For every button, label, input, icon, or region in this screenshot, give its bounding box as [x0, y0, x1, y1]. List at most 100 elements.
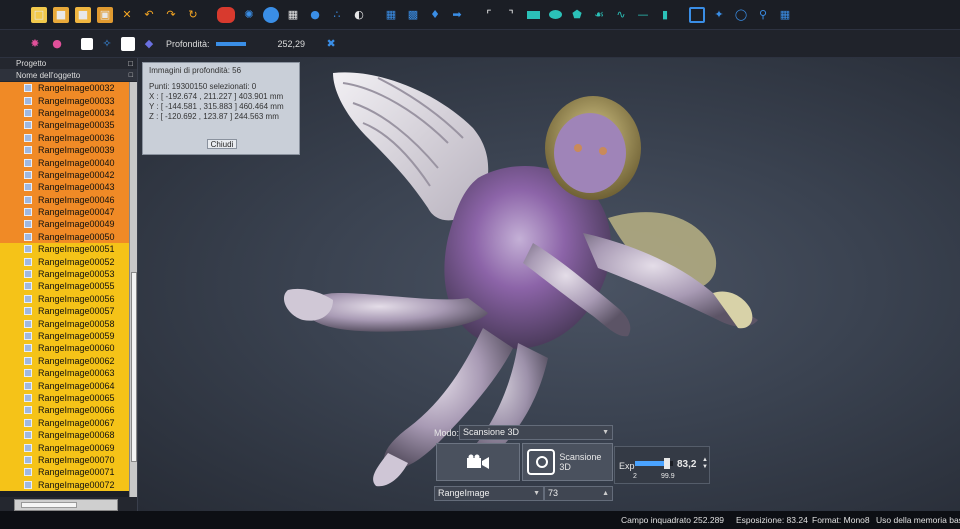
list-item[interactable]: RangeImage00066	[0, 404, 130, 417]
color-balls-icon[interactable]: ●	[49, 36, 65, 52]
scanner-icon[interactable]	[217, 6, 235, 23]
range-image-icon[interactable]	[24, 257, 32, 266]
fill-icon[interactable]: ◐	[351, 7, 367, 23]
video-button[interactable]	[436, 443, 520, 481]
redo-icon[interactable]: ↷	[163, 7, 179, 23]
open-file-icon[interactable]: ■	[75, 6, 91, 23]
exposure-slider[interactable]	[635, 458, 673, 469]
refresh-icon[interactable]: ↻	[185, 7, 201, 23]
list-item[interactable]: RangeImage00049	[0, 218, 130, 231]
search-icon[interactable]: ⚲	[755, 7, 771, 23]
range-image-icon[interactable]	[24, 480, 32, 489]
list-item[interactable]: RangeImage00059	[0, 329, 130, 343]
rectangle-icon[interactable]	[525, 7, 541, 23]
range-image-icon[interactable]	[24, 356, 32, 365]
light-icon[interactable]: ✸	[27, 36, 43, 52]
list-item[interactable]: RangeImage00060	[0, 342, 130, 355]
list-item[interactable]: RangeImage00063	[0, 366, 130, 380]
list-item[interactable]: RangeImage00055	[0, 280, 130, 293]
list-item[interactable]: RangeImage00052	[0, 255, 130, 268]
range-image-icon[interactable]	[24, 245, 32, 254]
scan-3d-button[interactable]: Scansione 3D	[522, 443, 613, 481]
range-image-icon[interactable]	[24, 232, 32, 241]
list-item[interactable]: RangeImage00065	[0, 391, 130, 405]
globe-icon[interactable]	[263, 6, 279, 23]
list-item[interactable]: RangeImage00056	[0, 292, 130, 306]
depth-value[interactable]: 252,29	[278, 39, 306, 49]
range-image-icon[interactable]	[24, 332, 32, 340]
range-image-icon[interactable]	[24, 381, 32, 390]
list-item[interactable]: RangeImage00058	[0, 317, 130, 330]
new-file-icon[interactable]: □	[31, 6, 47, 23]
points-icon[interactable]: ∴	[329, 7, 345, 23]
list-item[interactable]: RangeImage00043	[0, 181, 130, 194]
list-item[interactable]: RangeImage00035	[0, 119, 130, 132]
range-image-icon[interactable]	[24, 455, 32, 464]
polygon-icon[interactable]: ⬟	[569, 7, 585, 23]
list-item[interactable]: RangeImage00053	[0, 267, 130, 281]
range-image-icon[interactable]	[24, 406, 32, 415]
grid-large-icon[interactable]: ▩	[405, 7, 421, 23]
scrollbar-thumb[interactable]	[131, 272, 137, 462]
list-item[interactable]: RangeImage00047	[0, 205, 130, 219]
color-picker-icon[interactable]	[81, 37, 93, 50]
exposure-slider-knob[interactable]	[663, 458, 670, 469]
grid-small-icon[interactable]: ▦	[383, 7, 399, 23]
exposure-stepper-icon[interactable]: ▲ ▼	[702, 457, 708, 471]
range-image-icon[interactable]	[24, 158, 32, 167]
range-image-icon[interactable]	[24, 108, 32, 117]
merge-icon[interactable]: ●	[307, 7, 323, 23]
range-image-icon[interactable]	[24, 307, 32, 316]
window-icon[interactable]	[689, 6, 705, 23]
feet-icon[interactable]: ♦	[427, 7, 443, 23]
list-item[interactable]: RangeImage00034	[0, 106, 130, 120]
list-item[interactable]: RangeImage00057	[0, 305, 130, 318]
list-item[interactable]: RangeImage00069	[0, 441, 130, 454]
list-item[interactable]: RangeImage00046	[0, 193, 130, 206]
close-button[interactable]: Chiudi	[207, 139, 237, 149]
range-image-icon[interactable]	[24, 393, 32, 402]
range-image-icon[interactable]	[24, 146, 32, 155]
mesh-icon[interactable]: ▦	[285, 7, 301, 23]
plane-icon[interactable]: ◯	[733, 7, 749, 23]
cursor-icon[interactable]: ▦	[777, 7, 793, 23]
range-image-icon[interactable]	[24, 319, 32, 328]
range-image-icon[interactable]	[24, 170, 32, 179]
depth-slider[interactable]	[215, 41, 246, 46]
white-square-icon[interactable]	[121, 36, 135, 51]
list-item[interactable]: RangeImage00051	[0, 243, 130, 256]
line-icon[interactable]: —	[635, 7, 651, 23]
list-item[interactable]: RangeImage00050	[0, 230, 130, 244]
range-image-icon[interactable]	[24, 344, 32, 353]
column-header[interactable]: Nome dell'oggetto □	[0, 69, 137, 81]
list-item[interactable]: RangeImage00064	[0, 379, 130, 392]
magic-wand-icon[interactable]: ✧	[99, 36, 115, 52]
arrow-icon[interactable]: ➡	[449, 7, 465, 23]
list-item[interactable]: RangeImage00039	[0, 143, 130, 157]
range-image-icon[interactable]	[24, 282, 32, 291]
list-item[interactable]: RangeImage00042	[0, 168, 130, 182]
scrollbar-thumb[interactable]	[21, 502, 77, 508]
range-image-icon[interactable]	[24, 294, 32, 303]
list-item[interactable]: RangeImage00070	[0, 453, 130, 467]
range-image-icon[interactable]	[24, 121, 32, 130]
range-image-icon[interactable]	[24, 369, 32, 378]
range-image-icon[interactable]	[24, 195, 32, 204]
list-item[interactable]: RangeImage00072	[0, 478, 130, 491]
list-item[interactable]: RangeImage00036	[0, 131, 130, 144]
range-image-icon[interactable]	[24, 183, 32, 192]
list-item[interactable]: RangeImage00032	[0, 82, 130, 95]
cut-icon[interactable]: ✕	[119, 7, 135, 23]
column-sort-icon[interactable]: □	[129, 72, 133, 79]
list-item[interactable]: RangeImage00033	[0, 94, 130, 107]
range-image-icon[interactable]	[24, 96, 32, 105]
compass-icon[interactable]: ✦	[711, 7, 727, 23]
list-item[interactable]: RangeImage00068	[0, 428, 130, 442]
freehand-icon[interactable]: ∿	[613, 7, 629, 23]
tools-icon[interactable]: ✖	[323, 36, 339, 52]
range-image-icon[interactable]	[24, 418, 32, 427]
mode-select[interactable]: Scansione 3D ▼	[459, 425, 613, 440]
range-image-icon[interactable]	[24, 270, 32, 279]
shield-icon[interactable]: ◆	[141, 36, 157, 52]
vertical-scrollbar[interactable]	[129, 82, 137, 497]
